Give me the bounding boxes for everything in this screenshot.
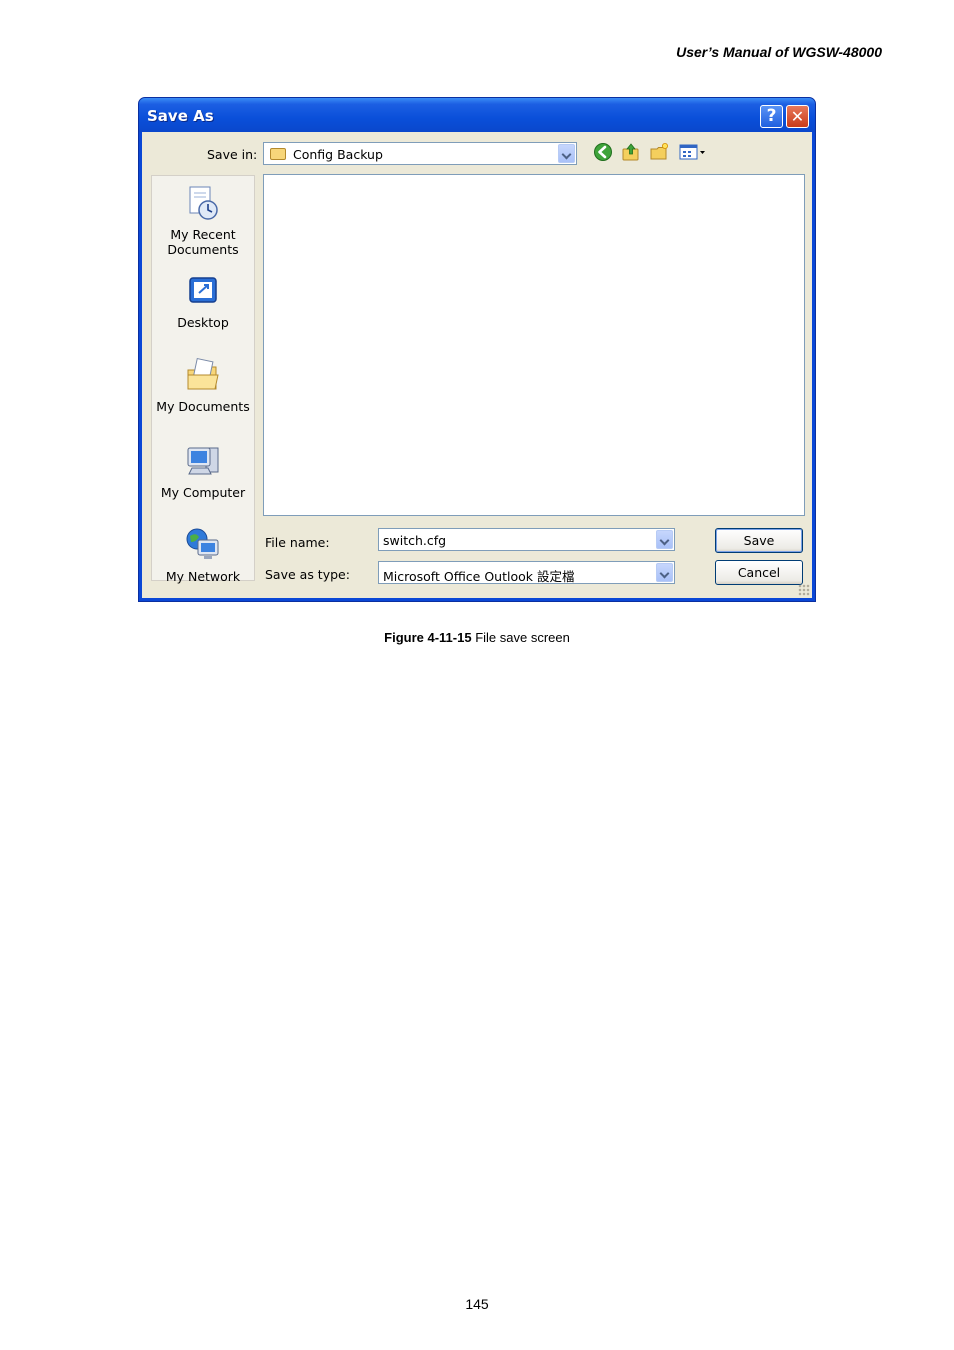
chevron-down-icon[interactable] [558,144,575,163]
resize-grip-icon[interactable] [798,584,810,596]
folder-icon [270,148,286,160]
views-menu-icon[interactable] [678,142,708,162]
place-label: My Computer [160,485,246,500]
figure-caption-text: File save screen [471,630,570,645]
help-button[interactable]: ? [760,105,783,128]
place-my-network[interactable]: My Network [152,526,254,584]
save-as-dialog: Save As ? ✕ Save in: Config Backup My Re… [138,97,816,602]
new-folder-icon[interactable] [649,142,669,162]
save-in-combo[interactable]: Config Backup [263,142,577,165]
save-as-type-select[interactable]: Microsoft Office Outlook 設定檔 [378,561,675,584]
save-in-value: Config Backup [293,147,383,162]
place-my-computer[interactable]: My Computer [152,442,254,500]
cancel-button[interactable]: Cancel [715,560,803,585]
place-my-documents[interactable]: My Documents [152,356,254,414]
place-desktop[interactable]: Desktop [152,272,254,330]
recent-documents-icon [189,186,218,220]
place-label: My Recent Documents [167,227,239,257]
manual-header-title: User’s Manual of WGSW-48000 [676,44,882,60]
save-as-type-label: Save as type: [265,567,350,582]
figure-number: Figure 4-11-15 [384,630,472,645]
file-name-value: switch.cfg [383,533,447,548]
desktop-icon [189,277,217,303]
places-bar: My Recent Documents Desktop My Documents [151,175,255,584]
place-label: Desktop [177,315,229,330]
my-network-icon [186,528,219,559]
close-button[interactable]: ✕ [786,105,809,128]
file-name-field[interactable]: switch.cfg [378,528,675,551]
figure-caption: Figure 4-11-15 File save screen [0,630,954,645]
chevron-down-icon[interactable] [656,563,673,582]
up-folder-icon[interactable] [621,142,641,162]
my-documents-icon [187,357,219,390]
place-label: My Documents [156,399,250,414]
dialog-body: Save in: Config Backup My Recent Documen… [142,132,812,598]
file-list-view[interactable] [263,174,805,516]
place-label: My Network [165,569,241,584]
dialog-title-bar[interactable]: Save As ? ✕ [139,98,815,132]
chevron-down-icon[interactable] [656,530,673,549]
place-recent-documents[interactable]: My Recent Documents [152,184,254,257]
dialog-title: Save As [147,107,214,125]
save-in-label: Save in: [207,147,258,162]
save-as-type-value: Microsoft Office Outlook 設定檔 [383,569,575,584]
my-computer-icon [187,447,219,475]
back-icon[interactable] [593,142,613,162]
file-name-label: File name: [265,535,330,550]
page-number: 145 [465,1296,489,1312]
save-button[interactable]: Save [715,528,803,553]
